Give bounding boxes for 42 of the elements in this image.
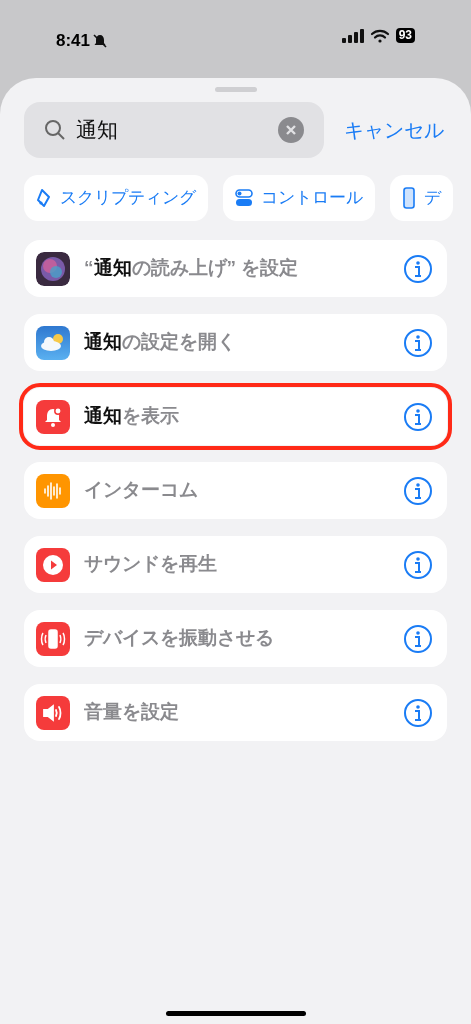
action-row[interactable]: 音量を設定 [24, 684, 447, 741]
action-row[interactable]: インターコム [24, 462, 447, 519]
toggle-icon [235, 189, 253, 207]
info-icon[interactable] [403, 549, 433, 580]
weather-icon [36, 325, 70, 360]
info-icon[interactable] [403, 253, 433, 284]
vibrating-phone-icon [36, 621, 70, 656]
action-label: 音量を設定 [84, 700, 180, 725]
action-label: 通知の設定を開く [84, 330, 237, 355]
phone-icon [402, 187, 416, 209]
category-chip[interactable]: スクリプティング [24, 175, 208, 221]
action-label: 通知を表示 [84, 404, 180, 429]
cancel-button[interactable]: キャンセル [344, 115, 444, 145]
speaker-icon [36, 695, 70, 730]
wifi-icon [369, 28, 390, 43]
action-row[interactable]: “通知の読み上げ” を設定 [24, 240, 447, 297]
battery-level: 93 [395, 28, 415, 43]
action-row[interactable]: デバイスを振動させる [24, 610, 447, 667]
muted-bell-icon [92, 32, 109, 49]
search-field[interactable]: 通知 [24, 102, 324, 158]
action-label: インターコム [84, 478, 199, 503]
info-icon[interactable] [403, 697, 433, 728]
search-icon [44, 119, 66, 141]
action-label: “通知の読み上げ” を設定 [84, 256, 300, 281]
clear-icon[interactable] [278, 117, 304, 143]
category-chip[interactable]: デ [390, 175, 453, 221]
bell-icon [36, 399, 70, 434]
waveform-icon [36, 473, 70, 508]
info-icon[interactable] [403, 475, 433, 506]
category-chip[interactable]: コントロール [223, 175, 375, 221]
grabber-handle[interactable] [214, 87, 257, 92]
orb-icon [36, 251, 70, 286]
info-icon[interactable] [403, 327, 433, 358]
clock-time: 8:41 [56, 30, 91, 52]
action-row[interactable]: 通知の設定を開く [24, 314, 447, 371]
info-icon[interactable] [403, 401, 433, 432]
signal-icon [341, 28, 364, 43]
play-icon [36, 547, 70, 582]
info-icon[interactable] [403, 623, 433, 654]
action-row[interactable]: サウンドを再生 [24, 536, 447, 593]
action-label: デバイスを振動させる [84, 626, 275, 651]
action-label: サウンドを再生 [84, 552, 218, 577]
